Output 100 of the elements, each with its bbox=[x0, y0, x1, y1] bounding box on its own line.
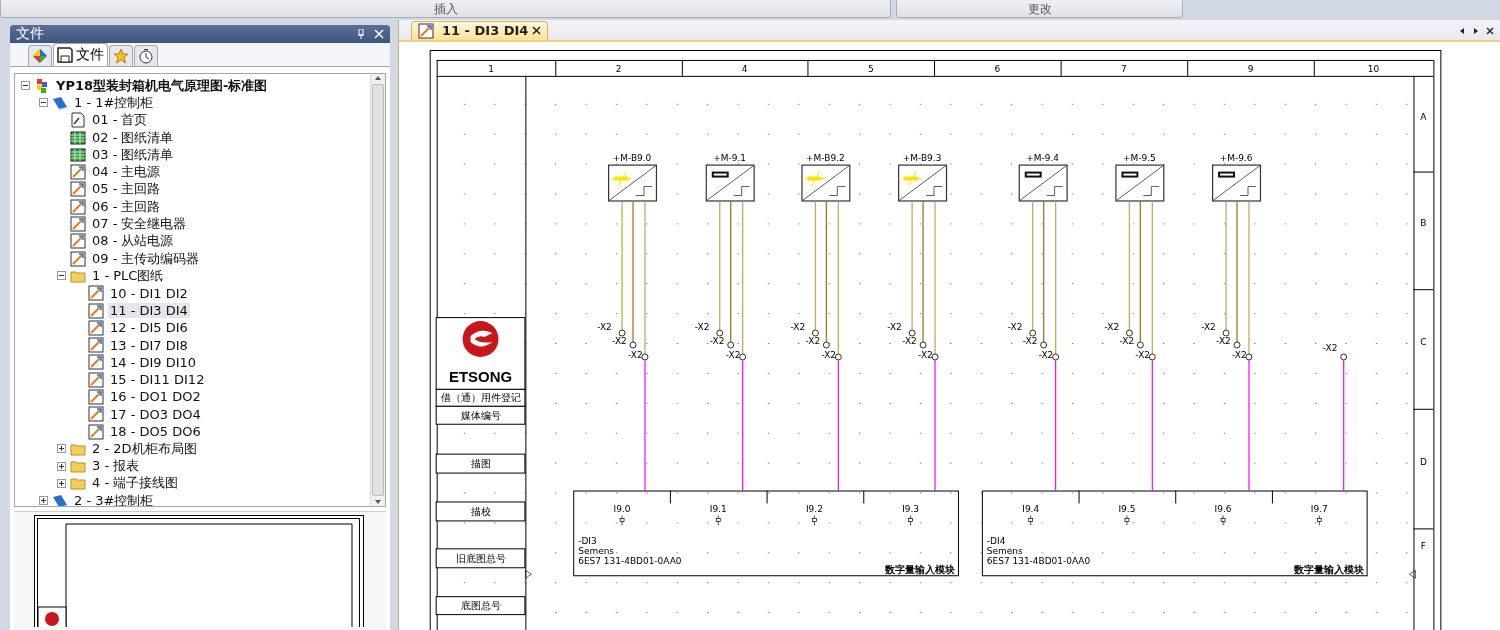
tree-item[interactable]: 16 - DO1 DO2 bbox=[108, 389, 203, 405]
schematic-page-icon bbox=[88, 285, 104, 302]
channel-label: I9.1 bbox=[709, 504, 727, 515]
panel-tab[interactable] bbox=[28, 45, 52, 66]
tree-item[interactable]: 3 - 报表 bbox=[90, 457, 142, 476]
schematic-page-icon bbox=[88, 423, 104, 440]
toolbar-button[interactable]: 更改 bbox=[896, 0, 1183, 18]
channel-label: I9.0 bbox=[613, 504, 631, 515]
tree-item[interactable]: 09 - 主传动编码器 bbox=[90, 249, 202, 268]
terminal-label: -X2 bbox=[1216, 335, 1231, 346]
tree-item[interactable]: 14 - DI9 DI10 bbox=[108, 354, 199, 370]
sensor-tag: +M-9.4 bbox=[1026, 152, 1060, 163]
expand-toggle[interactable] bbox=[57, 444, 66, 454]
schematic-page-icon bbox=[88, 371, 104, 388]
expand-toggle[interactable] bbox=[21, 81, 30, 91]
channel-label: I9.2 bbox=[805, 504, 823, 515]
tree-item[interactable]: 06 - 主回路 bbox=[90, 197, 163, 216]
module-maker: Semens bbox=[986, 546, 1023, 557]
scroll-right-icon[interactable] bbox=[1472, 26, 1480, 35]
expand-toggle[interactable] bbox=[39, 98, 48, 108]
module-part-number: 6ES7 131-4BD01-0AA0 bbox=[986, 556, 1091, 567]
tree-item[interactable]: 15 - DI11 DI12 bbox=[108, 372, 207, 388]
tree-item[interactable]: 2 - 3#控制柜 bbox=[72, 491, 156, 506]
module-part-number: 6ES7 131-4BD01-0AA0 bbox=[578, 556, 682, 567]
module-title: 数字量输入模块 bbox=[884, 564, 955, 576]
column-number: 5 bbox=[867, 63, 874, 74]
tree-item[interactable]: 1 - PLC图纸 bbox=[90, 266, 166, 285]
terminal-label: -X2 bbox=[790, 322, 806, 332]
contact-symbol bbox=[1028, 515, 1034, 526]
tree-item[interactable]: 17 - DO3 DO4 bbox=[108, 406, 203, 422]
title-block-label: 描图 bbox=[470, 458, 491, 470]
tree-item[interactable]: 03 - 图纸清单 bbox=[90, 145, 176, 164]
schematic-page-icon bbox=[88, 406, 104, 423]
expand-toggle[interactable] bbox=[39, 496, 48, 506]
document-icon bbox=[70, 112, 86, 129]
tree-item[interactable]: 2 - 2D机柜布局图 bbox=[90, 439, 199, 458]
schematic-page-icon bbox=[418, 22, 434, 39]
schematic-page-icon bbox=[88, 389, 104, 405]
tree-item[interactable]: 1 - 1#控制柜 bbox=[72, 93, 156, 112]
tree-item[interactable]: 18 - DO5 DO6 bbox=[108, 424, 203, 440]
vertical-scrollbar[interactable] bbox=[370, 74, 385, 506]
tree-item[interactable]: YP18型装封箱机电气原理图-标准图 bbox=[54, 76, 270, 95]
terminal-label: -X2 bbox=[1119, 335, 1135, 346]
panel-tab[interactable] bbox=[134, 45, 158, 66]
close-icon[interactable] bbox=[532, 26, 542, 36]
tree-item[interactable]: 12 - DI5 DI6 bbox=[108, 320, 190, 336]
logo-text: ETSONG bbox=[449, 367, 513, 385]
terminal-label: -X2 bbox=[1038, 349, 1054, 360]
title-block-label: 描校 bbox=[470, 505, 491, 517]
book-icon bbox=[52, 492, 68, 506]
terminal-label: -X2 bbox=[821, 349, 837, 360]
scroll-left-icon[interactable] bbox=[1458, 26, 1466, 35]
tree-item[interactable]: 07 - 安全继电器 bbox=[90, 215, 189, 234]
row-letter: B bbox=[1420, 218, 1427, 229]
folder-icon bbox=[70, 475, 86, 492]
tree-item[interactable]: 05 - 主回路 bbox=[90, 180, 163, 199]
contact-symbol bbox=[715, 515, 721, 526]
tree-item[interactable]: 08 - 从站电源 bbox=[90, 232, 176, 251]
tree-item[interactable]: 4 - 端子接线图 bbox=[90, 474, 181, 493]
sensor-symbol bbox=[705, 164, 755, 202]
tree-item[interactable]: 02 - 图纸清单 bbox=[90, 128, 176, 147]
tree-item[interactable]: 10 - DI1 DI2 bbox=[108, 285, 190, 301]
scroll-down-icon[interactable] bbox=[374, 498, 382, 506]
folder-icon bbox=[70, 458, 86, 475]
close-icon[interactable] bbox=[1486, 26, 1494, 35]
document-tab[interactable]: 11 - DI3 DI4 bbox=[411, 20, 549, 40]
expand-toggle[interactable] bbox=[57, 271, 66, 281]
sensor-tag: +M-B9.3 bbox=[902, 152, 942, 163]
table-icon bbox=[70, 129, 86, 146]
row-letter: D bbox=[1419, 456, 1427, 467]
schematic-page-icon bbox=[70, 198, 86, 215]
column-number: 1 bbox=[488, 63, 494, 74]
terminal-label: -X2 bbox=[694, 322, 710, 332]
terminal-label: -X2 bbox=[1232, 349, 1247, 360]
tree-item[interactable]: 11 - DI3 DI4 bbox=[108, 303, 190, 318]
module-tag: -DI4 bbox=[986, 536, 1006, 547]
book-icon bbox=[52, 94, 68, 111]
schematic-page-icon bbox=[70, 164, 86, 181]
scroll-up-icon[interactable] bbox=[374, 74, 382, 82]
module-title: 数字量输入模块 bbox=[1293, 564, 1364, 576]
pin-icon[interactable] bbox=[356, 29, 366, 39]
tree-item[interactable]: 04 - 主电源 bbox=[90, 163, 163, 182]
save-icon bbox=[57, 47, 73, 63]
channel-label: I9.5 bbox=[1118, 504, 1136, 515]
title-block-label: 媒体编号 bbox=[460, 409, 501, 421]
schematic-page-icon bbox=[70, 250, 86, 267]
panel-tab[interactable]: 文件 bbox=[53, 43, 108, 66]
expand-toggle[interactable] bbox=[57, 461, 66, 471]
schematic-page-icon bbox=[88, 337, 104, 354]
module-tag: -DI3 bbox=[578, 536, 597, 547]
tree-item[interactable]: 13 - DI7 DI8 bbox=[108, 337, 190, 353]
logo-emblem bbox=[462, 321, 499, 357]
column-number: 10 bbox=[1367, 63, 1380, 74]
toolbar-button[interactable]: 插入 bbox=[0, 0, 891, 18]
palette-icon bbox=[32, 48, 48, 64]
terminal-label: -X2 bbox=[887, 322, 902, 332]
contact-symbol bbox=[908, 515, 913, 526]
column-number: 9 bbox=[1247, 63, 1254, 74]
tree-item[interactable]: 01 - 首页 bbox=[90, 111, 150, 130]
expand-toggle[interactable] bbox=[57, 478, 66, 488]
